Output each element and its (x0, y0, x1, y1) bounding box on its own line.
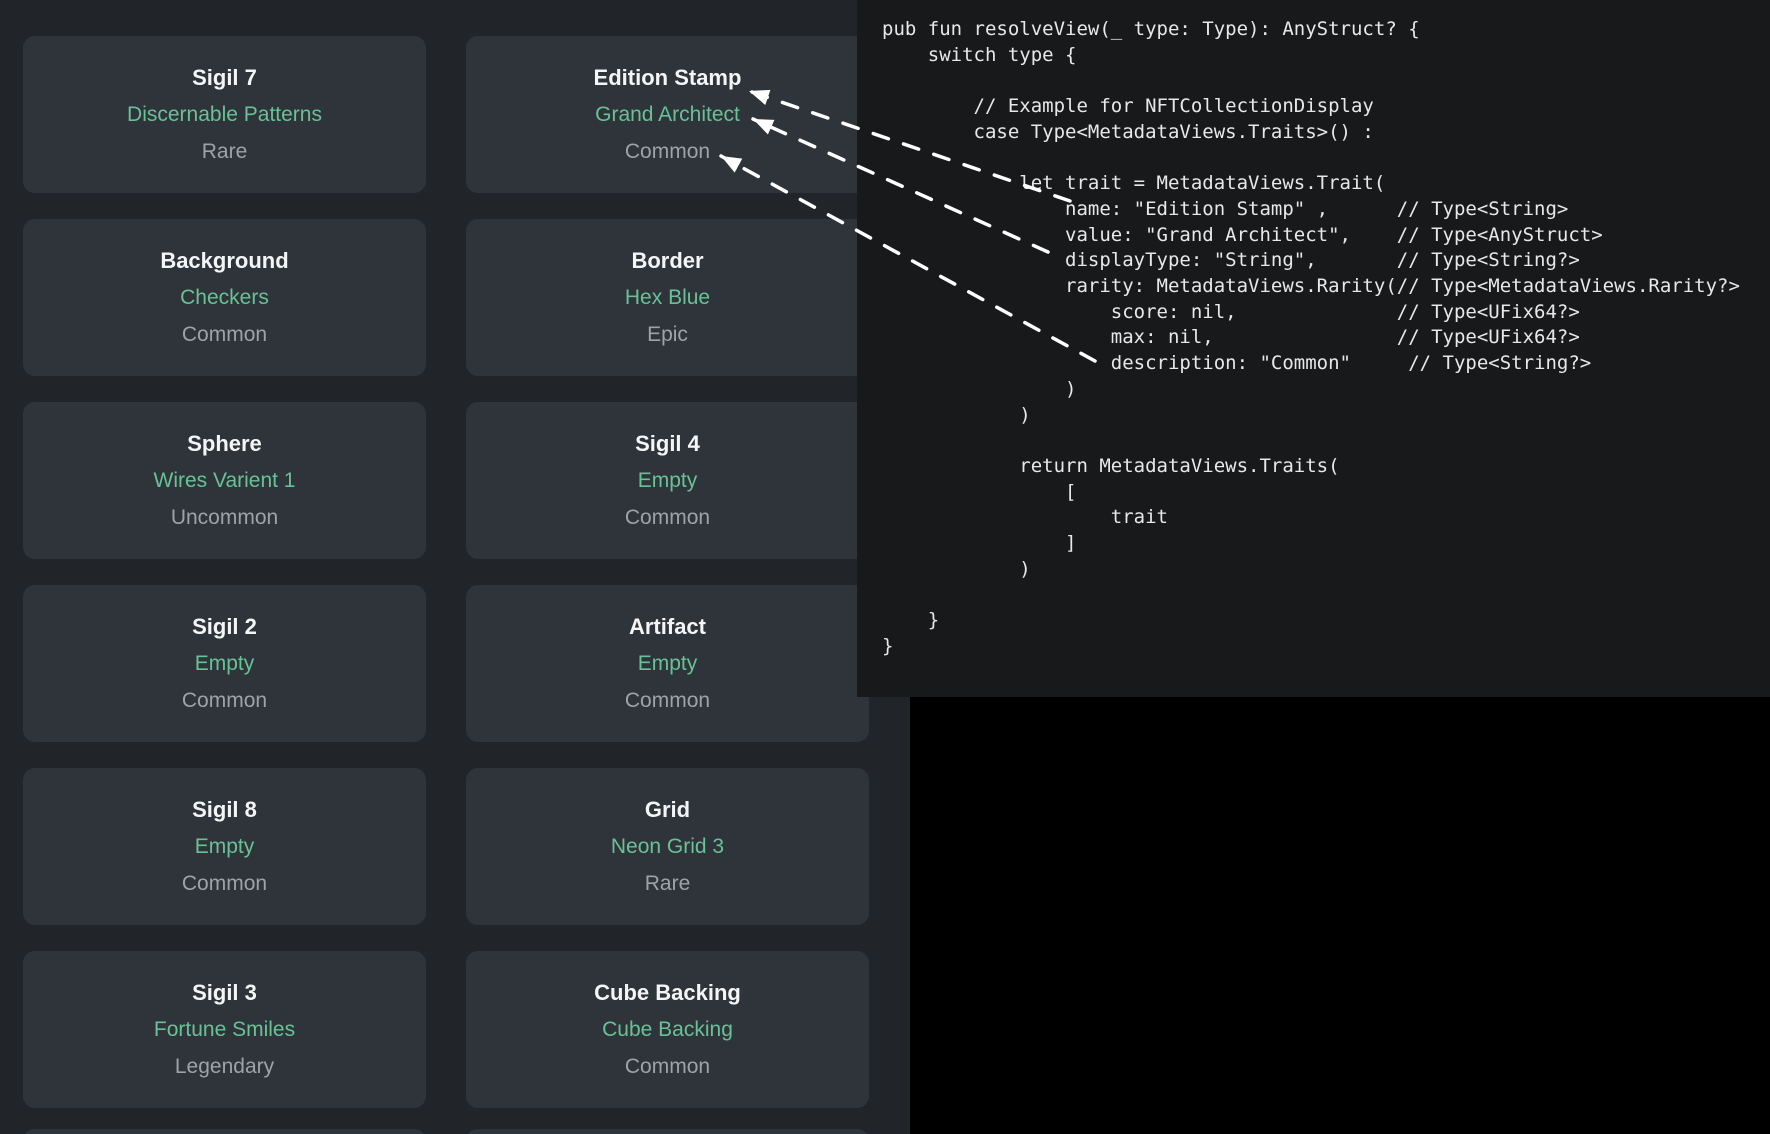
trait-name: Sigil 4 (635, 425, 700, 462)
trait-name: Sigil 8 (192, 791, 257, 828)
trait-card: Sigil 2 Empty Common (23, 585, 426, 742)
trait-value: Cube Backing (602, 1011, 733, 1048)
trait-value: Empty (638, 462, 698, 499)
trait-name: Border (631, 242, 703, 279)
trait-rarity: Common (182, 865, 267, 902)
code-panel: pub fun resolveView(_ type: Type): AnySt… (857, 0, 1770, 697)
trait-value: Grand Architect (595, 96, 740, 133)
trait-name: Grid (645, 791, 690, 828)
trait-name: Artifact (629, 608, 706, 645)
trait-card: Sphere Wires Varient 1 Uncommon (23, 402, 426, 559)
trait-name: Sigil 3 (192, 974, 257, 1011)
trait-card: Sigil 7 Discernable Patterns Rare (23, 36, 426, 193)
trait-name: Edition Stamp (594, 59, 742, 96)
trait-name: Sigil 2 (192, 608, 257, 645)
trait-value: Empty (195, 645, 255, 682)
trait-card-partial (466, 1129, 869, 1134)
trait-card: Edition Stamp Grand Architect Common (466, 36, 869, 193)
trait-value: Fortune Smiles (154, 1011, 295, 1048)
trait-card: Sigil 4 Empty Common (466, 402, 869, 559)
trait-card: Grid Neon Grid 3 Rare (466, 768, 869, 925)
trait-value: Checkers (180, 279, 269, 316)
trait-name: Background (160, 242, 288, 279)
trait-rarity: Common (625, 1048, 710, 1085)
trait-card: Cube Backing Cube Backing Common (466, 951, 869, 1108)
trait-rarity: Uncommon (171, 499, 278, 536)
nft-traits-panel: Sigil 7 Discernable Patterns Rare Editio… (0, 0, 910, 1134)
trait-rarity: Common (625, 499, 710, 536)
trait-rarity: Epic (647, 316, 688, 353)
trait-rarity: Rare (645, 865, 691, 902)
trait-name: Sigil 7 (192, 59, 257, 96)
trait-card: Sigil 3 Fortune Smiles Legendary (23, 951, 426, 1108)
trait-rarity: Legendary (175, 1048, 274, 1085)
trait-value: Neon Grid 3 (611, 828, 724, 865)
trait-value: Empty (638, 645, 698, 682)
trait-rarity: Common (182, 682, 267, 719)
trait-rarity: Common (182, 316, 267, 353)
trait-rarity: Common (625, 133, 710, 170)
trait-card: Border Hex Blue Epic (466, 219, 869, 376)
trait-name: Sphere (187, 425, 262, 462)
cadence-code: pub fun resolveView(_ type: Type): AnySt… (857, 0, 1770, 660)
trait-value: Wires Varient 1 (154, 462, 296, 499)
trait-card: Sigil 8 Empty Common (23, 768, 426, 925)
trait-rarity: Rare (202, 133, 248, 170)
trait-card: Background Checkers Common (23, 219, 426, 376)
trait-name: Cube Backing (594, 974, 741, 1011)
trait-rarity: Common (625, 682, 710, 719)
screen: Sigil 7 Discernable Patterns Rare Editio… (0, 0, 1770, 1134)
trait-value: Hex Blue (625, 279, 710, 316)
trait-card-partial (23, 1129, 426, 1134)
trait-value: Discernable Patterns (127, 96, 322, 133)
trait-value: Empty (195, 828, 255, 865)
trait-card: Artifact Empty Common (466, 585, 869, 742)
traits-grid: Sigil 7 Discernable Patterns Rare Editio… (23, 36, 869, 1108)
